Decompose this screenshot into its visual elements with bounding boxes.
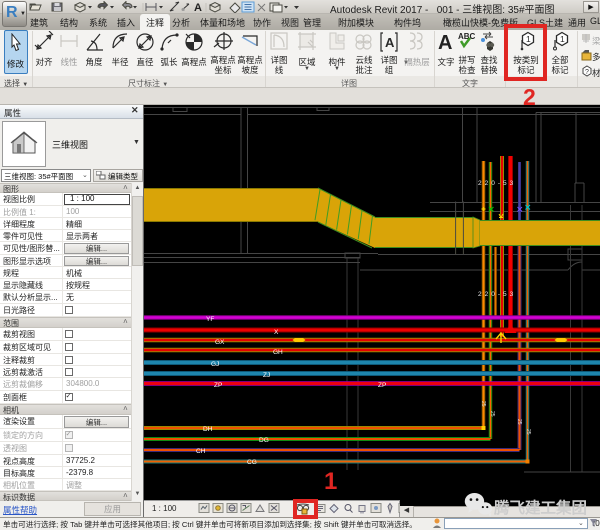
svg-text:GX: GX [215,339,225,346]
svg-text:A: A [438,32,452,53]
svg-text:ZP: ZP [378,382,386,389]
svg-text:25: 25 [489,411,495,417]
svg-text:CG: CG [247,459,257,466]
svg-text:220-53: 220-53 [478,180,516,187]
svg-text:ZJ: ZJ [263,372,270,379]
svg-text:DG: DG [259,437,269,444]
svg-text:X: X [274,329,279,336]
svg-text:GH: GH [273,349,283,356]
svg-text:25: 25 [480,401,486,407]
svg-text:?: ? [585,69,589,76]
svg-text:25: 25 [516,419,522,425]
svg-text:GJ: GJ [211,361,219,368]
svg-text:A: A [194,2,202,13]
svg-text:DH: DH [203,426,213,433]
svg-text:220-53: 220-53 [478,291,516,298]
svg-text:ZP: ZP [214,382,222,389]
svg-text:1: 1 [560,34,565,44]
svg-text:25: 25 [525,429,531,435]
svg-text:CH: CH [196,448,206,455]
svg-text:A: A [385,35,395,50]
svg-text:ABC: ABC [458,32,476,41]
svg-text:YF: YF [206,316,214,323]
